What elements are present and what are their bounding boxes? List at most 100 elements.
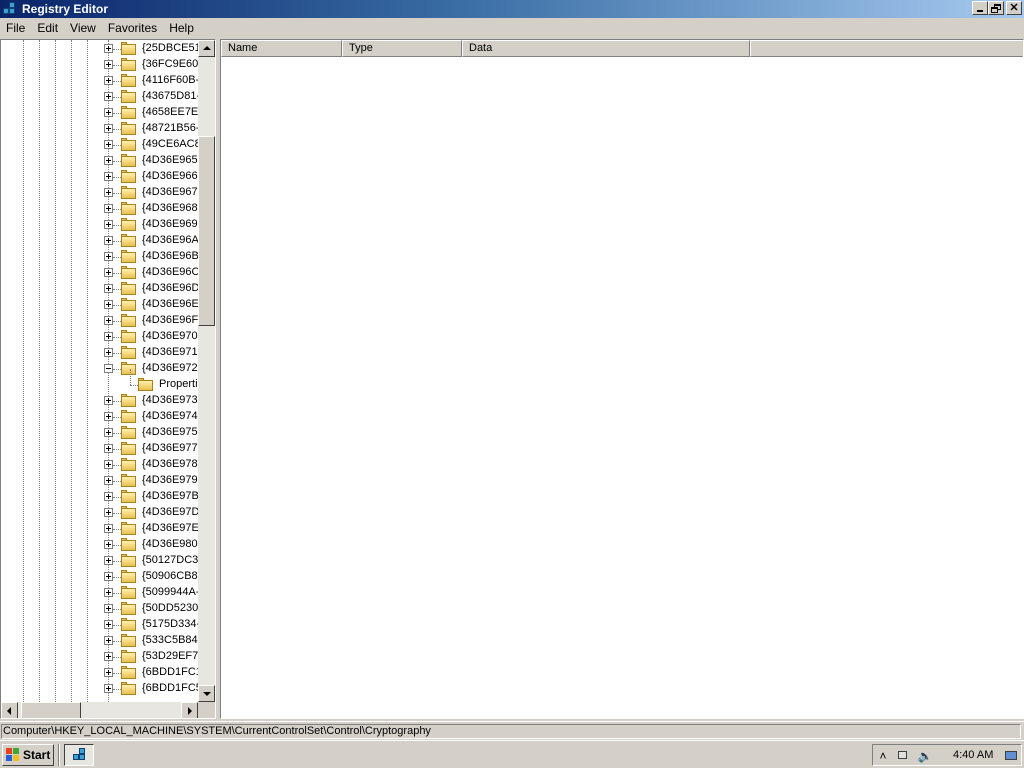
tree-item[interactable]: {36FC9E60- (1, 57, 198, 73)
expand-icon[interactable] (104, 652, 113, 661)
tree-item[interactable]: {48721B56- (1, 121, 198, 137)
expand-icon[interactable] (104, 396, 113, 405)
tree-item[interactable]: {4D36E980- (1, 537, 198, 553)
menu-view[interactable]: View (64, 21, 102, 35)
tree-item[interactable]: {53D29EF7- (1, 649, 198, 665)
expand-icon[interactable] (104, 220, 113, 229)
column-type[interactable]: Type (342, 40, 462, 57)
expand-icon[interactable] (104, 300, 113, 309)
scroll-left-button[interactable] (1, 702, 18, 718)
tree-item[interactable]: {4D36E96B- (1, 249, 198, 265)
expand-icon[interactable] (104, 156, 113, 165)
tree-item[interactable]: {49CE6AC8- (1, 137, 198, 153)
tree-item[interactable]: {4D36E968- (1, 201, 198, 217)
tree-item[interactable]: {4D36E974- (1, 409, 198, 425)
expand-icon[interactable] (104, 460, 113, 469)
column-name[interactable]: Name (221, 40, 342, 57)
tree-item[interactable]: {4D36E979- (1, 473, 198, 489)
expand-icon[interactable] (104, 172, 113, 181)
expand-icon[interactable] (104, 572, 113, 581)
expand-icon[interactable] (104, 620, 113, 629)
tree-item[interactable]: {50DD5230- (1, 601, 198, 617)
close-button[interactable]: ✕ (1006, 1, 1022, 15)
scroll-up-button[interactable] (198, 40, 215, 57)
registry-tree[interactable]: {25DBCE51- {36FC9E60- {4116F60B- {43675D81-… (1, 40, 198, 702)
collapse-icon[interactable] (104, 364, 113, 373)
expand-icon[interactable] (104, 332, 113, 341)
tree-item[interactable]: {4D36E96F- (1, 313, 198, 329)
expand-icon[interactable] (104, 108, 113, 117)
network-icon[interactable] (895, 748, 911, 764)
expand-icon[interactable] (104, 284, 113, 293)
tree-item[interactable]: {4D36E969- (1, 217, 198, 233)
menu-favorites[interactable]: Favorites (102, 21, 163, 35)
restore-button[interactable] (988, 1, 1004, 15)
tree-item[interactable]: {50127DC3- (1, 553, 198, 569)
tree-item[interactable]: {4D36E967- (1, 185, 198, 201)
expand-icon[interactable] (104, 636, 113, 645)
clock[interactable]: 4:40 AM (953, 749, 993, 761)
taskbar-registry-editor[interactable] (64, 744, 94, 766)
tree-horizontal-scrollbar[interactable] (1, 702, 198, 718)
tree-item[interactable]: {4D36E97E- (1, 521, 198, 537)
expand-icon[interactable] (104, 188, 113, 197)
start-button[interactable]: Start (2, 744, 54, 766)
tray-chevron-icon[interactable]: ˄ (875, 748, 891, 764)
expand-icon[interactable] (104, 236, 113, 245)
expand-icon[interactable] (104, 76, 113, 85)
tree-item[interactable]: Properti (1, 369, 198, 393)
tree-item[interactable]: {50906CB8- (1, 569, 198, 585)
expand-icon[interactable] (104, 588, 113, 597)
expand-icon[interactable] (104, 492, 113, 501)
registry-tree-pane[interactable]: {25DBCE51- {36FC9E60- {4116F60B- {43675D81-… (0, 39, 216, 719)
expand-icon[interactable] (104, 412, 113, 421)
tree-item[interactable]: {4D36E96E- (1, 297, 198, 313)
tree-item[interactable]: {4D36E97D- (1, 505, 198, 521)
expand-icon[interactable] (104, 428, 113, 437)
expand-icon[interactable] (104, 348, 113, 357)
tree-item[interactable]: {6BDD1FC5- (1, 681, 198, 697)
tree-item[interactable]: {5099944A- (1, 585, 198, 601)
menu-file[interactable]: File (0, 21, 31, 35)
expand-icon[interactable] (104, 140, 113, 149)
tree-item[interactable]: {4D36E975- (1, 425, 198, 441)
tree-item[interactable]: {4D36E966- (1, 169, 198, 185)
expand-icon[interactable] (104, 92, 113, 101)
scroll-right-button[interactable] (181, 702, 198, 718)
tree-item[interactable]: {4D36E96A- (1, 233, 198, 249)
menu-help[interactable]: Help (163, 21, 200, 35)
tree-item[interactable]: {4D36E97B- (1, 489, 198, 505)
expand-icon[interactable] (104, 124, 113, 133)
tree-item[interactable]: {4D36E965- (1, 153, 198, 169)
expand-icon[interactable] (104, 556, 113, 565)
monitor-icon[interactable] (1003, 748, 1019, 764)
tree-item[interactable]: {4D36E973- (1, 393, 198, 409)
minimize-button[interactable] (972, 1, 988, 15)
values-list-pane[interactable]: Name Type Data (220, 39, 1024, 719)
expand-icon[interactable] (104, 540, 113, 549)
expand-icon[interactable] (104, 44, 113, 53)
tree-item[interactable]: {4116F60B- (1, 73, 198, 89)
expand-icon[interactable] (104, 508, 113, 517)
expand-icon[interactable] (104, 684, 113, 693)
expand-icon[interactable] (104, 668, 113, 677)
tree-item[interactable]: {4D36E96D- (1, 281, 198, 297)
expand-icon[interactable] (104, 252, 113, 261)
tree-item[interactable]: {4D36E972- (1, 361, 198, 377)
scroll-down-button[interactable] (198, 685, 215, 702)
expand-icon[interactable] (104, 444, 113, 453)
tree-vertical-scrollbar[interactable] (198, 40, 215, 702)
tree-item[interactable]: {5175D334- (1, 617, 198, 633)
volume-icon[interactable]: 🔈 (917, 748, 933, 764)
column-data[interactable]: Data (462, 40, 750, 57)
menu-edit[interactable]: Edit (31, 21, 64, 35)
hscroll-thumb[interactable] (21, 702, 81, 718)
tree-item[interactable]: {4D36E977- (1, 441, 198, 457)
tree-item[interactable]: {4D36E970- (1, 329, 198, 345)
scroll-thumb[interactable] (198, 136, 215, 326)
tree-item[interactable]: {4D36E971- (1, 345, 198, 361)
expand-icon[interactable] (104, 268, 113, 277)
expand-icon[interactable] (104, 604, 113, 613)
expand-icon[interactable] (104, 476, 113, 485)
tree-item[interactable]: {4658EE7E- (1, 105, 198, 121)
